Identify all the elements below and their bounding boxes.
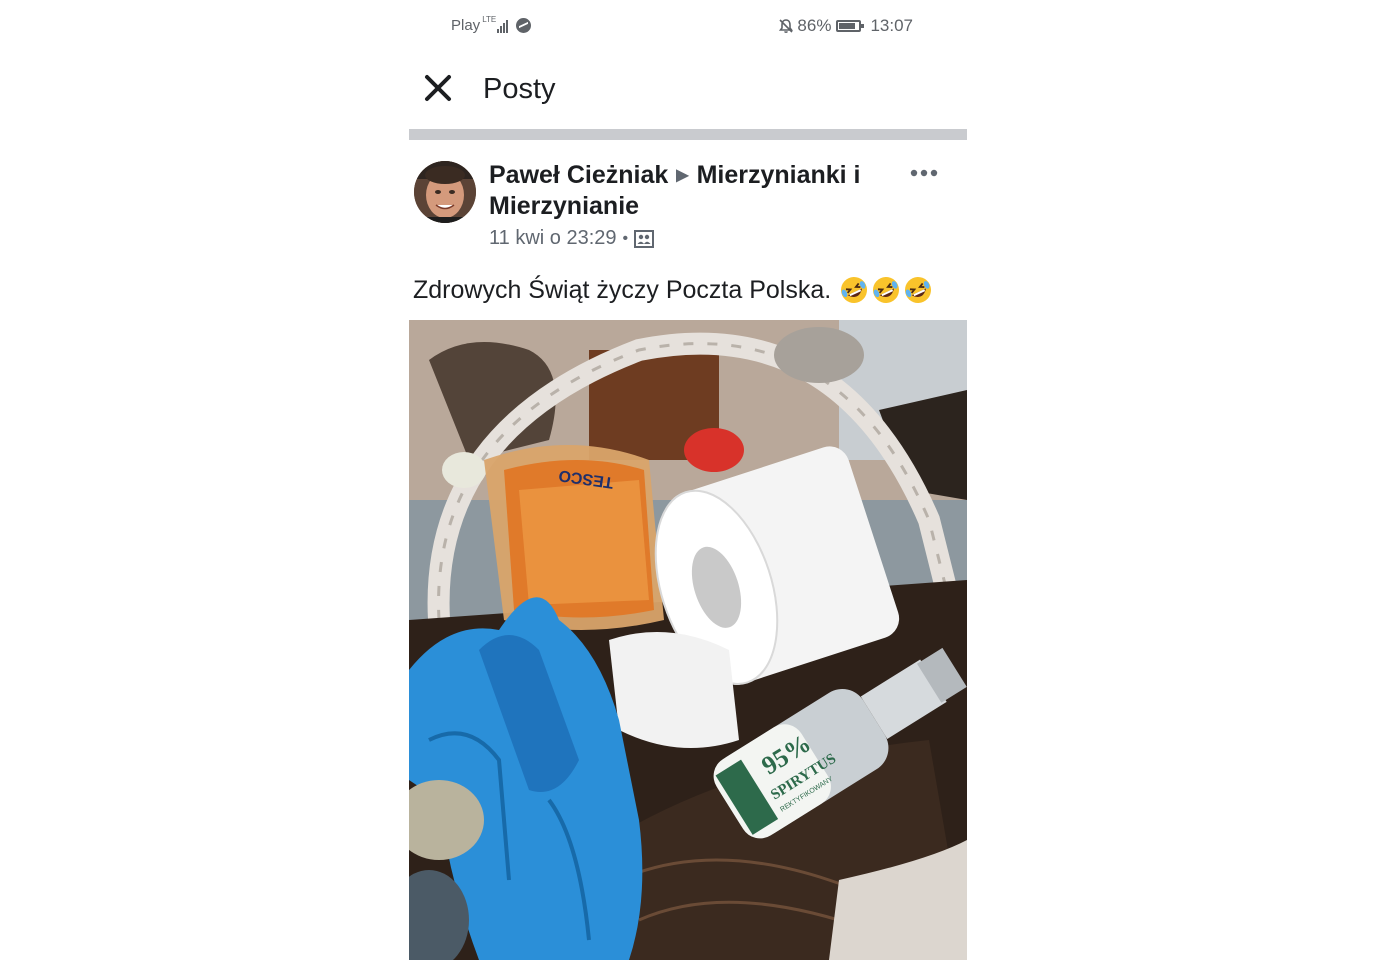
app-header: Posty: [409, 54, 967, 130]
carrier-label: Play: [451, 17, 481, 34]
post-header: Paweł Cieżniak ▶ Mierzynianki i Mierzynian…: [409, 140, 967, 265]
group-audience-icon: [634, 229, 655, 248]
close-icon: [425, 75, 451, 101]
battery-percent: 86%: [797, 16, 832, 35]
more-options-button[interactable]: [909, 164, 939, 182]
rolling-on-floor-laughing-icon: [873, 277, 900, 303]
status-right: 86% 13:07: [778, 16, 913, 36]
page-title: Posty: [483, 73, 556, 105]
post-author-line: Paweł Cieżniak ▶ Mierzynianki i Mierzynian…: [489, 160, 889, 222]
network-type: LTE: [482, 15, 497, 24]
author-name[interactable]: Paweł Cieżniak: [489, 161, 668, 189]
rolling-on-floor-laughing-icon: [905, 277, 932, 303]
post-meta: 11 kwi o 23:29 •: [489, 227, 655, 250]
meta-separator: •: [622, 229, 629, 247]
shared-to-arrow-icon: ▶: [676, 167, 689, 184]
messenger-icon: [516, 18, 532, 33]
section-divider: [409, 129, 967, 140]
post-message: Zdrowych Świąt życzy Poczta Polska.: [413, 275, 832, 304]
clock: 13:07: [870, 16, 913, 35]
signal-icon: [497, 19, 509, 33]
post-timestamp[interactable]: 11 kwi o 23:29: [489, 227, 617, 250]
post-photo[interactable]: TESCO 95% SPIRYTUS REKTYFIKOWANY: [409, 320, 967, 960]
rolling-on-floor-laughing-icon: [841, 277, 868, 303]
status-left: Play LTE: [451, 15, 532, 34]
battery-icon: [836, 20, 865, 32]
phone-screen: Play LTE 86% 13:07 Posty Paweł Cieżniak …: [409, 0, 967, 960]
easter-basket-photo: TESCO 95% SPIRYTUS REKTYFIKOWANY: [409, 320, 967, 960]
bell-off-icon: [779, 19, 794, 33]
avatar[interactable]: [414, 161, 476, 223]
more-options-icon: [910, 169, 938, 177]
post-text: Zdrowych Świąt życzy Poczta Polska.: [413, 275, 933, 305]
close-button[interactable]: [419, 69, 457, 107]
status-bar: Play LTE 86% 13:07: [409, 0, 967, 54]
avatar-photo: [414, 161, 476, 223]
